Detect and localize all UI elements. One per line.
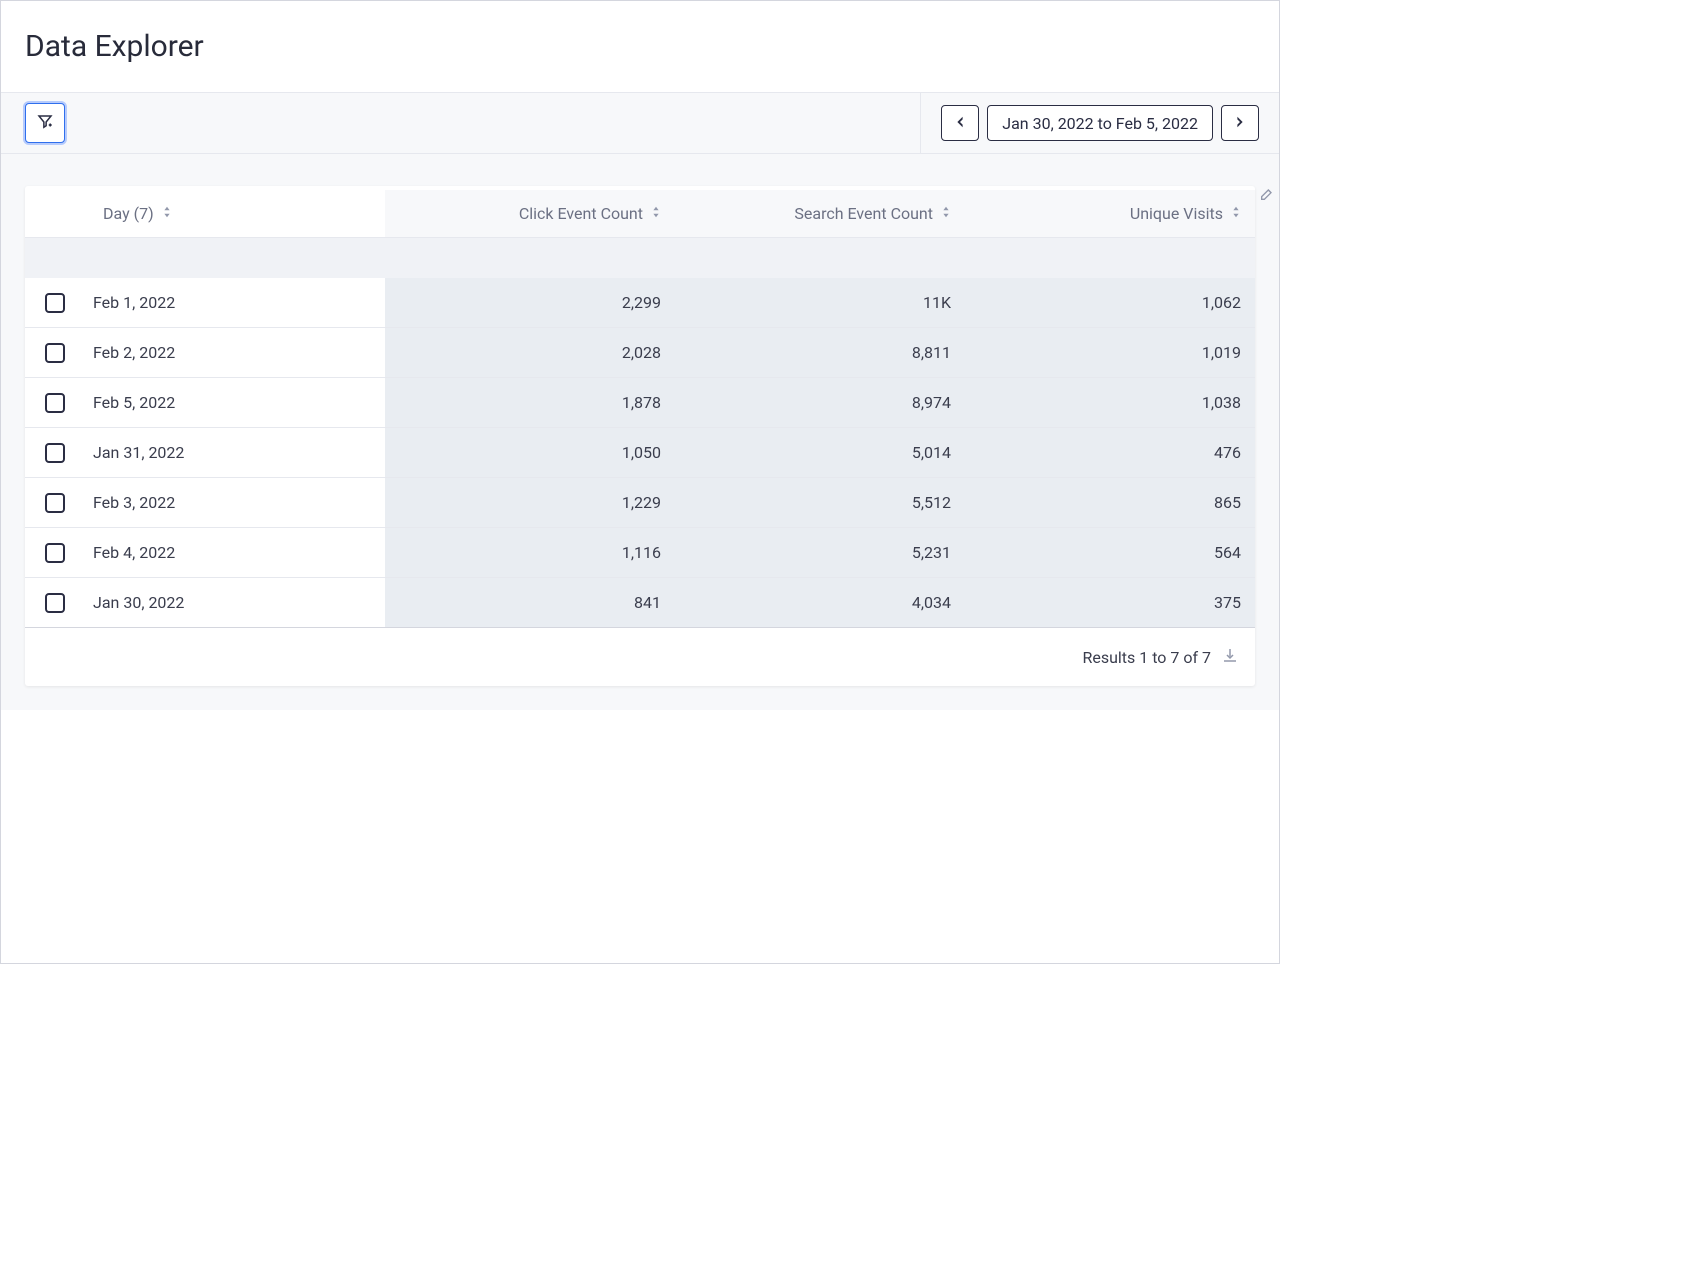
cell-day: Jan 31, 2022 xyxy=(25,428,385,477)
day-value: Feb 1, 2022 xyxy=(93,293,175,312)
edit-icon xyxy=(1259,187,1275,206)
date-prev-button[interactable] xyxy=(941,105,979,141)
sort-icon xyxy=(651,204,661,223)
add-filter-button[interactable] xyxy=(25,103,65,143)
date-range-text: Jan 30, 2022 to Feb 5, 2022 xyxy=(1002,114,1198,133)
column-label: Day (7) xyxy=(103,204,154,223)
column-label: Search Event Count xyxy=(794,204,933,223)
table-body: Feb 1, 2022 2,29911K1,062 Feb 2, 2022 2,028… xyxy=(25,278,1255,628)
content-area: Day (7) Click Event Count Search Event C… xyxy=(1,154,1279,710)
column-header-unique-visits[interactable]: Unique Visits xyxy=(965,190,1255,237)
chevron-left-icon xyxy=(954,115,966,132)
table-row: Feb 5, 2022 1,8788,9741,038 xyxy=(25,378,1255,428)
row-checkbox[interactable] xyxy=(45,443,65,463)
table-row: Feb 4, 2022 1,1165,231564 xyxy=(25,528,1255,578)
cell-unique-visits: 865 xyxy=(965,478,1255,527)
toolbar-right: Jan 30, 2022 to Feb 5, 2022 xyxy=(921,93,1279,153)
sort-icon xyxy=(941,204,951,223)
day-value: Feb 2, 2022 xyxy=(93,343,175,362)
table-summary-row xyxy=(25,238,1255,278)
filter-add-icon xyxy=(36,113,54,134)
day-value: Jan 31, 2022 xyxy=(93,443,184,462)
header: Data Explorer xyxy=(1,1,1279,92)
cell-click-event-count: 1,116 xyxy=(385,528,675,577)
cell-click-event-count: 1,050 xyxy=(385,428,675,477)
cell-unique-visits: 1,038 xyxy=(965,378,1255,427)
day-value: Feb 4, 2022 xyxy=(93,543,175,562)
cell-search-event-count: 4,034 xyxy=(675,578,965,627)
cell-search-event-count: 8,974 xyxy=(675,378,965,427)
column-label: Click Event Count xyxy=(519,204,643,223)
cell-click-event-count: 2,299 xyxy=(385,278,675,327)
toolbar-left xyxy=(1,93,921,153)
cell-day: Jan 30, 2022 xyxy=(25,578,385,627)
row-checkbox[interactable] xyxy=(45,343,65,363)
date-range-picker[interactable]: Jan 30, 2022 to Feb 5, 2022 xyxy=(987,105,1213,141)
table-row: Feb 3, 2022 1,2295,512865 xyxy=(25,478,1255,528)
table-row: Feb 2, 2022 2,0288,8111,019 xyxy=(25,328,1255,378)
download-button[interactable] xyxy=(1221,646,1239,668)
row-checkbox[interactable] xyxy=(45,593,65,613)
cell-day: Feb 5, 2022 xyxy=(25,378,385,427)
day-value: Jan 30, 2022 xyxy=(93,593,184,612)
table-footer: Results 1 to 7 of 7 xyxy=(25,628,1255,686)
cell-search-event-count: 5,512 xyxy=(675,478,965,527)
table-row: Jan 31, 2022 1,0505,014476 xyxy=(25,428,1255,478)
table-row: Jan 30, 2022 8414,034375 xyxy=(25,578,1255,628)
cell-search-event-count: 8,811 xyxy=(675,328,965,377)
cell-day: Feb 3, 2022 xyxy=(25,478,385,527)
column-header-search-event-count[interactable]: Search Event Count xyxy=(675,190,965,237)
table-header: Day (7) Click Event Count Search Event C… xyxy=(25,190,1255,238)
cell-click-event-count: 2,028 xyxy=(385,328,675,377)
cell-click-event-count: 1,878 xyxy=(385,378,675,427)
data-table-card: Day (7) Click Event Count Search Event C… xyxy=(25,186,1255,686)
cell-unique-visits: 375 xyxy=(965,578,1255,627)
cell-unique-visits: 476 xyxy=(965,428,1255,477)
cell-unique-visits: 564 xyxy=(965,528,1255,577)
cell-search-event-count: 11K xyxy=(675,278,965,327)
column-header-click-event-count[interactable]: Click Event Count xyxy=(385,190,675,237)
app-frame: Data Explorer Jan 30, 2022 xyxy=(0,0,1280,964)
cell-search-event-count: 5,231 xyxy=(675,528,965,577)
sort-icon xyxy=(162,204,172,223)
row-checkbox[interactable] xyxy=(45,543,65,563)
table-row: Feb 1, 2022 2,29911K1,062 xyxy=(25,278,1255,328)
data-table: Day (7) Click Event Count Search Event C… xyxy=(25,190,1255,628)
cell-unique-visits: 1,019 xyxy=(965,328,1255,377)
cell-unique-visits: 1,062 xyxy=(965,278,1255,327)
row-checkbox[interactable] xyxy=(45,493,65,513)
download-icon xyxy=(1221,649,1239,668)
edit-card-button[interactable] xyxy=(1259,186,1275,206)
cell-day: Feb 4, 2022 xyxy=(25,528,385,577)
row-checkbox[interactable] xyxy=(45,293,65,313)
page-title: Data Explorer xyxy=(25,29,1255,64)
cell-click-event-count: 1,229 xyxy=(385,478,675,527)
results-summary: Results 1 to 7 of 7 xyxy=(1082,648,1211,667)
column-label: Unique Visits xyxy=(1130,204,1223,223)
cell-day: Feb 2, 2022 xyxy=(25,328,385,377)
cell-search-event-count: 5,014 xyxy=(675,428,965,477)
row-checkbox[interactable] xyxy=(45,393,65,413)
cell-click-event-count: 841 xyxy=(385,578,675,627)
date-next-button[interactable] xyxy=(1221,105,1259,141)
column-header-day[interactable]: Day (7) xyxy=(25,190,385,237)
cell-day: Feb 1, 2022 xyxy=(25,278,385,327)
day-value: Feb 5, 2022 xyxy=(93,393,175,412)
day-value: Feb 3, 2022 xyxy=(93,493,175,512)
sort-icon xyxy=(1231,204,1241,223)
chevron-right-icon xyxy=(1234,115,1246,132)
toolbar: Jan 30, 2022 to Feb 5, 2022 xyxy=(1,92,1279,154)
